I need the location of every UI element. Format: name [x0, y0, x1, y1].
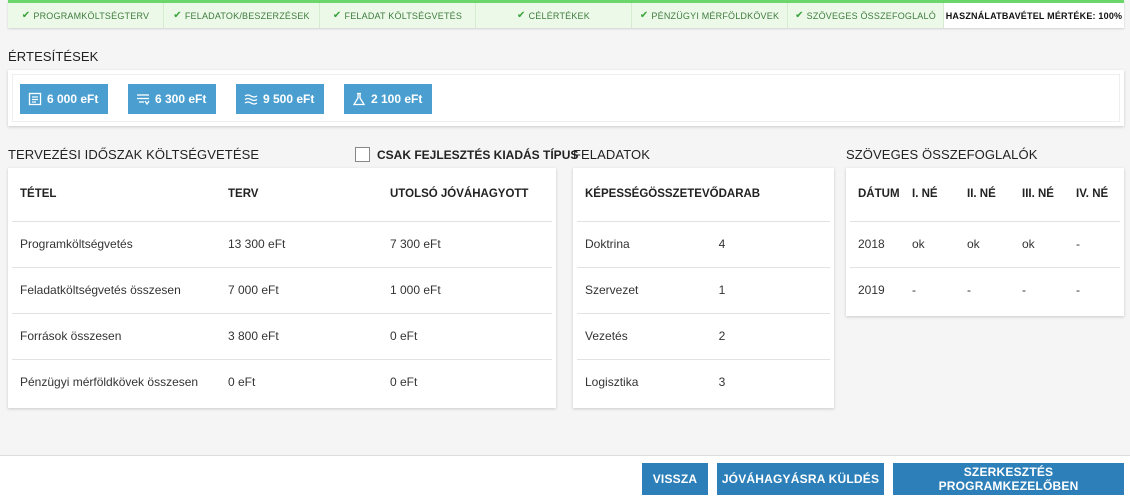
notifications-panel: 6 000 eFt 6 300 eFt 9 500 eFt 2 100 eFt [8, 70, 1124, 126]
check-icon: ✔ [173, 10, 182, 21]
table-row: Szervezet 1 [577, 266, 830, 313]
step-szoveges-osszefoglalo[interactable]: ✔ SZÖVEGES ÖSSZEFOGLALÓ [788, 3, 944, 28]
step-celertekek[interactable]: ✔ CÉLÉRTÉKEK [476, 3, 632, 28]
notification-button-4[interactable]: 2 100 eFt [344, 84, 433, 114]
filter-list-icon [137, 94, 150, 106]
budget-title: TERVEZÉSI IDŐSZAK KÖLTSÉGVETÉSE [8, 147, 260, 162]
dev-expense-checkbox[interactable] [355, 147, 370, 162]
notification-button-2[interactable]: 6 300 eFt [128, 84, 217, 114]
tasks-table: KÉPESSÉGÖSSZETEVŐ DARAB Doktrina 4 Szerv… [577, 168, 830, 405]
step-feladat-koltsegvetes[interactable]: ✔ FELADAT KÖLTSÉGVETÉS [320, 3, 476, 28]
table-header-row: DÁTUM I. NÉ II. NÉ III. NÉ IV. NÉ [858, 188, 1109, 201]
table-header-row: KÉPESSÉGÖSSZETEVŐ DARAB [585, 188, 761, 201]
progress-steps: ✔ PROGRAMKÖLTSÉGTERV ✔ FELADATOK/BESZERZ… [8, 0, 1124, 28]
notification-button-3[interactable]: 9 500 eFt [236, 84, 325, 114]
summaries-title: SZÖVEGES ÖSSZEFOGLALÓK [846, 147, 1038, 162]
table-row: Források összesen 3 800 eFt 0 eFt [12, 312, 552, 359]
table-row: Programköltségvetés 13 300 eFt 7 300 eFt [12, 220, 552, 267]
notification-button-1[interactable]: 6 000 eFt [20, 84, 109, 114]
step-programkoltsegterv[interactable]: ✔ PROGRAMKÖLTSÉGTERV [8, 3, 164, 28]
table-row: Vezetés 2 [577, 312, 830, 359]
budget-panel: TÉTEL TERV UTOLSÓ JÓVÁHAGYOTT Programköl… [8, 168, 556, 408]
check-icon: ✔ [332, 10, 342, 21]
document-list-icon [28, 92, 42, 106]
check-icon: ✔ [21, 10, 31, 21]
check-icon: ✔ [517, 10, 526, 21]
back-button[interactable]: VISSZA [642, 463, 708, 495]
usage-indicator: HASZNÁLATBAVÉTEL MÉRTÉKE: 100% [944, 3, 1124, 28]
table-row: 2019 - - - - [850, 266, 1120, 313]
step-penzugyi-merfoldkovek[interactable]: ✔ PÉNZÜGYI MÉRFÖLDKÖVEK [632, 3, 788, 28]
dev-expense-filter[interactable]: CSAK FEJLESZTÉS KIADÁS TÍPUS [355, 147, 578, 162]
check-icon: ✔ [639, 10, 649, 21]
flask-icon [352, 92, 366, 106]
edit-in-program-manager-button[interactable]: SZERKESZTÉS PROGRAMKEZELŐBEN [893, 463, 1124, 495]
submit-for-approval-button[interactable]: JÓVÁHAGYÁSRA KÜLDÉS [717, 463, 884, 495]
table-row: 2018 ok ok ok - [850, 220, 1120, 267]
step-feladatok[interactable]: ✔ FELADATOK/BESZERZÉSEK [164, 3, 320, 28]
check-icon: ✔ [795, 10, 804, 21]
budget-table: TÉTEL TERV UTOLSÓ JÓVÁHAGYOTT Programköl… [12, 168, 552, 405]
tasks-panel: KÉPESSÉGÖSSZETEVŐ DARAB Doktrina 4 Szerv… [573, 168, 834, 408]
summaries-panel: DÁTUM I. NÉ II. NÉ III. NÉ IV. NÉ 2018 o… [846, 168, 1124, 316]
table-row: Feladatköltségvetés összesen 7 000 eFt 1… [12, 266, 552, 313]
notifications-title: ÉRTESÍTÉSEK [8, 49, 99, 64]
table-row: Doktrina 4 [577, 220, 830, 267]
table-row: Pénzügyi mérföldkövek összesen 0 eFt 0 e… [12, 358, 552, 405]
tasks-title: FELADATOK [573, 147, 650, 162]
table-row: Logisztika 3 [577, 358, 830, 405]
waves-icon [244, 94, 258, 105]
summaries-table: DÁTUM I. NÉ II. NÉ III. NÉ IV. NÉ 2018 o… [850, 168, 1120, 313]
table-header-row: TÉTEL TERV UTOLSÓ JÓVÁHAGYOTT [20, 188, 529, 201]
